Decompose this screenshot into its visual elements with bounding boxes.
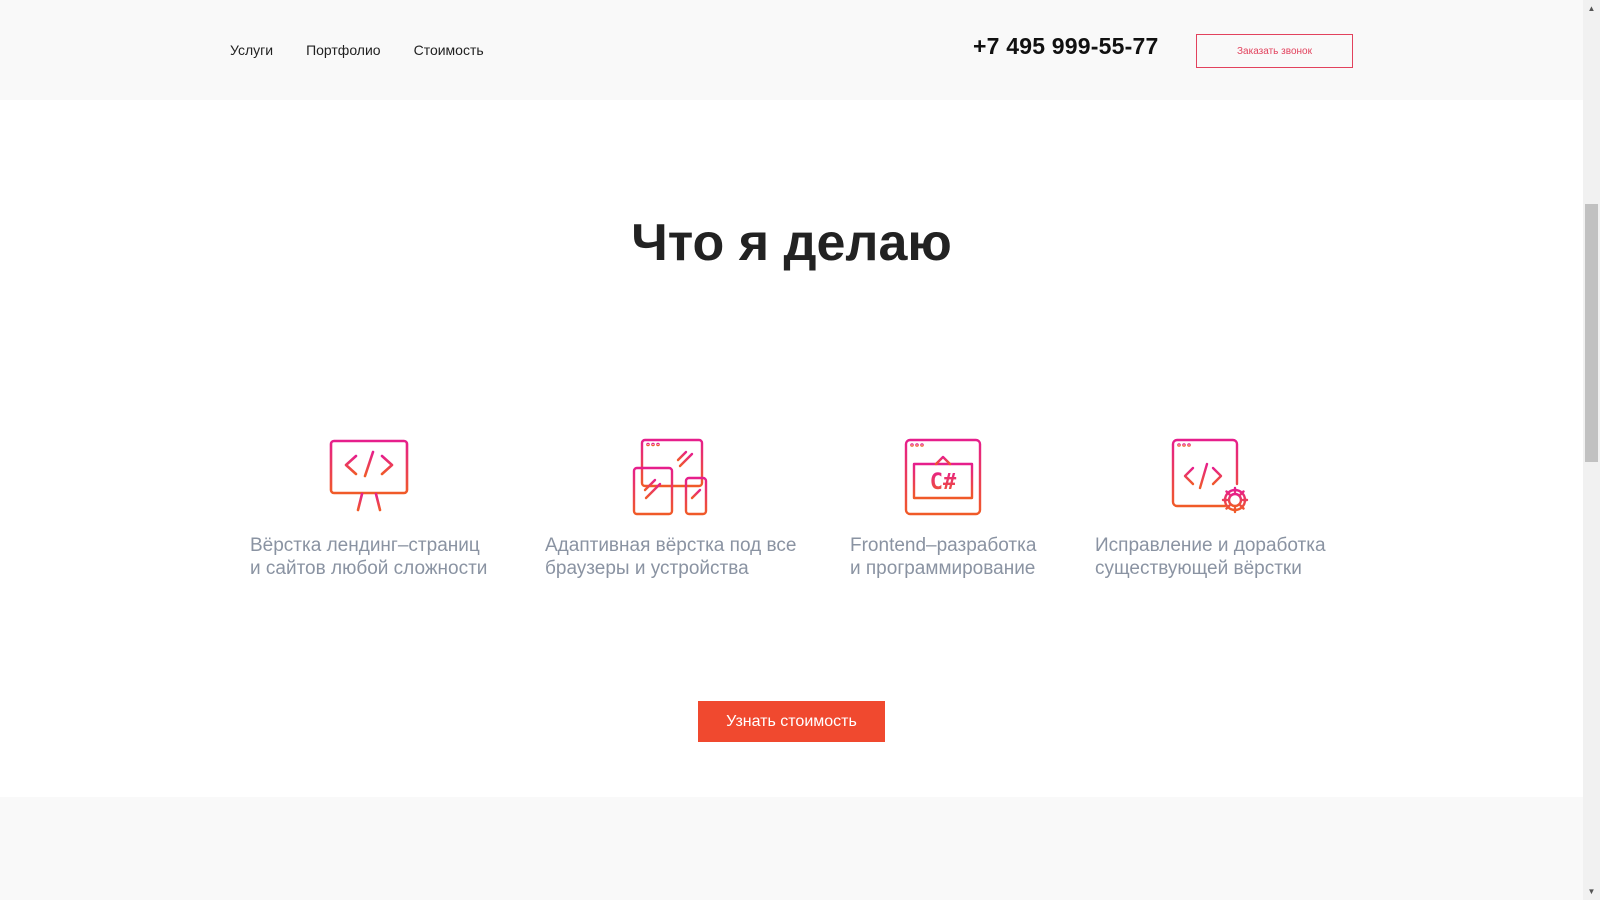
service-text-line: Вёрстка лендинг–страниц (250, 535, 480, 556)
csharp-window-icon: C# (905, 438, 982, 516)
service-text-line: и программирование (850, 558, 1036, 579)
page-viewport: Услуги Портфолио Стоимость +7 495 999-55… (0, 0, 1583, 900)
service-text-line: и сайтов любой сложности (250, 558, 488, 579)
service-text: Frontend–разработка и программирование (850, 534, 1036, 580)
service-text-line: Frontend–разработка (850, 535, 1037, 556)
service-item-responsive: Адаптивная вёрстка под все браузеры и ус… (545, 438, 796, 580)
scroll-down-arrow-icon[interactable]: ▼ (1583, 883, 1600, 900)
monitor-code-icon (329, 439, 409, 513)
responsive-devices-icon (632, 438, 707, 516)
service-text-line: Адаптивная вёрстка под все (545, 535, 797, 556)
service-item-frontend: C# Frontend–разработка и программировани… (850, 438, 1036, 580)
service-item-landing: Вёрстка лендинг–страниц и сайтов любой с… (250, 438, 487, 580)
service-text: Адаптивная вёрстка под все браузеры и ус… (545, 534, 796, 580)
next-section (0, 797, 1583, 900)
service-text-line: существующей вёрстки (1095, 558, 1302, 579)
service-text-line: браузеры и устройства (545, 558, 749, 579)
phone-number[interactable]: +7 495 999-55-77 (973, 33, 1158, 60)
nav-link-pricing[interactable]: Стоимость (414, 42, 484, 58)
nav-link-portfolio[interactable]: Портфолио (306, 42, 381, 58)
service-text: Исправление и доработка существующей вёр… (1095, 534, 1326, 580)
site-header: Услуги Портфолио Стоимость +7 495 999-55… (0, 0, 1583, 100)
service-item-fixes: Исправление и доработка существующей вёр… (1095, 438, 1326, 580)
request-call-button[interactable]: Заказать звонок (1196, 34, 1353, 68)
scrollbar-thumb[interactable] (1585, 204, 1598, 462)
svg-text:C#: C# (930, 470, 957, 495)
nav-link-services[interactable]: Услуги (230, 42, 273, 58)
code-window-gear-icon (1172, 438, 1249, 514)
vertical-scrollbar[interactable]: ▲ ▼ (1583, 0, 1600, 900)
scroll-up-arrow-icon[interactable]: ▲ (1583, 0, 1600, 17)
service-text: Вёрстка лендинг–страниц и сайтов любой с… (250, 534, 487, 580)
main-nav: Услуги Портфолио Стоимость (230, 0, 484, 100)
get-price-button[interactable]: Узнать стоимость (698, 701, 885, 742)
section-title: Что я делаю (631, 214, 952, 272)
service-text-line: Исправление и доработка (1095, 535, 1326, 556)
services-list: Вёрстка лендинг–страниц и сайтов любой с… (250, 438, 1350, 598)
